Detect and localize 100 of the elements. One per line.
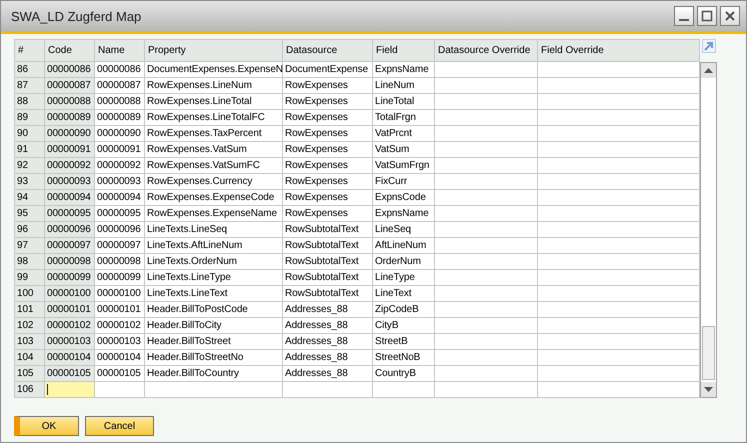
table-cell: OrderNum xyxy=(373,254,435,270)
scrollbar[interactable] xyxy=(700,62,717,398)
table-cell: 00000094 xyxy=(45,190,95,206)
table-cell: 00000104 xyxy=(45,350,95,366)
table-cell: RowExpenses xyxy=(283,206,373,222)
table-cell: RowExpenses.LineTotal xyxy=(145,94,283,110)
scroll-down-icon[interactable] xyxy=(704,387,713,392)
window-title: SWA_LD Zugferd Map xyxy=(11,8,142,24)
table-cell: Header.BillToStreetNo xyxy=(145,350,283,366)
table-cell: RowExpenses xyxy=(283,126,373,142)
table-cell: 00000099 xyxy=(95,270,145,286)
row-number: 95 xyxy=(14,206,45,222)
table-cell: AftLineNum xyxy=(373,238,435,254)
table-cell: 00000089 xyxy=(45,110,95,126)
table-cell: Header.BillToCountry xyxy=(145,366,283,382)
row-number: 90 xyxy=(14,126,45,142)
row-number: 105 xyxy=(14,366,45,382)
row-number: 96 xyxy=(14,222,45,238)
table-cell: DocumentExpenses.ExpenseN xyxy=(145,62,283,78)
table-cell: ExpnsName xyxy=(373,206,435,222)
table-cell: RowExpenses xyxy=(283,110,373,126)
row-number: 88 xyxy=(14,94,45,110)
table-cell: RowExpenses.ExpenseCode xyxy=(145,190,283,206)
table-cell: LineText xyxy=(373,286,435,302)
table-cell: LineTexts.OrderNum xyxy=(145,254,283,270)
table-cell: 00000098 xyxy=(45,254,95,270)
table-cell: 00000104 xyxy=(95,350,145,366)
column-header[interactable]: Datasource xyxy=(283,39,373,62)
row-number: 97 xyxy=(14,238,45,254)
table-cell: LineTexts.LineText xyxy=(145,286,283,302)
table-cell: 00000100 xyxy=(45,286,95,302)
table-cell: 00000093 xyxy=(45,174,95,190)
row-number: 86 xyxy=(14,62,45,78)
column-header[interactable]: Name xyxy=(95,39,145,62)
column-header[interactable]: # xyxy=(14,39,45,62)
column-header[interactable]: Field xyxy=(373,39,435,62)
table-cell: RowSubtotalText xyxy=(283,286,373,302)
table-cell: RowExpenses.ExpenseName xyxy=(145,206,283,222)
table-cell: 00000103 xyxy=(45,334,95,350)
close-button[interactable] xyxy=(720,6,740,26)
table-cell: RowSubtotalText xyxy=(283,254,373,270)
column-header[interactable]: Code xyxy=(45,39,95,62)
row-number: 100 xyxy=(14,286,45,302)
cancel-button[interactable]: Cancel xyxy=(85,416,154,436)
table-cell: FixCurr xyxy=(373,174,435,190)
row-number: 91 xyxy=(14,142,45,158)
table-cell: LineTexts.LineType xyxy=(145,270,283,286)
table-cell: 00000097 xyxy=(95,238,145,254)
close-icon xyxy=(724,10,736,22)
table-cell: StreetNoB xyxy=(373,350,435,366)
table-cell: RowExpenses.VatSum xyxy=(145,142,283,158)
table-cell: 00000105 xyxy=(45,366,95,382)
table-cell: Header.BillToCity xyxy=(145,318,283,334)
table-cell: RowSubtotalText xyxy=(283,238,373,254)
table-cell: ExpnsName xyxy=(373,62,435,78)
row-number: 106 xyxy=(14,382,45,398)
table-cell: LineTotal xyxy=(373,94,435,110)
table-cell: LineNum xyxy=(373,78,435,94)
table-cell: LineSeq xyxy=(373,222,435,238)
table-cell: 00000101 xyxy=(95,302,145,318)
row-number: 98 xyxy=(14,254,45,270)
column-header[interactable]: Datasource Override xyxy=(435,39,538,62)
table-cell: StreetB xyxy=(373,334,435,350)
table-cell: Addresses_88 xyxy=(283,334,373,350)
column-header[interactable]: Field Override xyxy=(538,39,700,62)
scroll-thumb[interactable] xyxy=(702,326,715,380)
scroll-up-icon[interactable] xyxy=(704,68,713,73)
table-cell: 00000095 xyxy=(95,206,145,222)
maximize-icon xyxy=(701,10,713,22)
table-cell: 00000092 xyxy=(95,158,145,174)
table-cell: ZipCodeB xyxy=(373,302,435,318)
table-cell: VatPrcnt xyxy=(373,126,435,142)
row-number: 102 xyxy=(14,318,45,334)
table-cell: RowExpenses.Currency xyxy=(145,174,283,190)
ok-button[interactable]: OK xyxy=(14,416,79,436)
table-cell: CountryB xyxy=(373,366,435,382)
column-header[interactable]: Property xyxy=(145,39,283,62)
table-cell: 00000092 xyxy=(45,158,95,174)
table-cell: DocumentExpense xyxy=(283,62,373,78)
maximize-button[interactable] xyxy=(697,6,717,26)
row-number: 87 xyxy=(14,78,45,94)
table-cell: LineTexts.AftLineNum xyxy=(145,238,283,254)
table-cell: RowExpenses xyxy=(283,158,373,174)
table-cell: Header.BillToPostCode xyxy=(145,302,283,318)
table-cell: 00000087 xyxy=(95,78,145,94)
table-cell: LineType xyxy=(373,270,435,286)
table-cell: ExpnsCode xyxy=(373,190,435,206)
table-cell xyxy=(373,382,435,398)
table-cell: RowExpenses.VatSumFC xyxy=(145,158,283,174)
table-cell: 00000090 xyxy=(95,126,145,142)
row-number: 89 xyxy=(14,110,45,126)
row-number: 103 xyxy=(14,334,45,350)
expand-arrow-icon[interactable] xyxy=(702,39,716,53)
table-cell: 00000100 xyxy=(95,286,145,302)
table-cell: 00000088 xyxy=(95,94,145,110)
minimize-button[interactable] xyxy=(674,6,694,26)
table-cell: 00000091 xyxy=(95,142,145,158)
table-cell: VatSumFrgn xyxy=(373,158,435,174)
table-cell: RowSubtotalText xyxy=(283,222,373,238)
input-field[interactable] xyxy=(45,382,95,398)
